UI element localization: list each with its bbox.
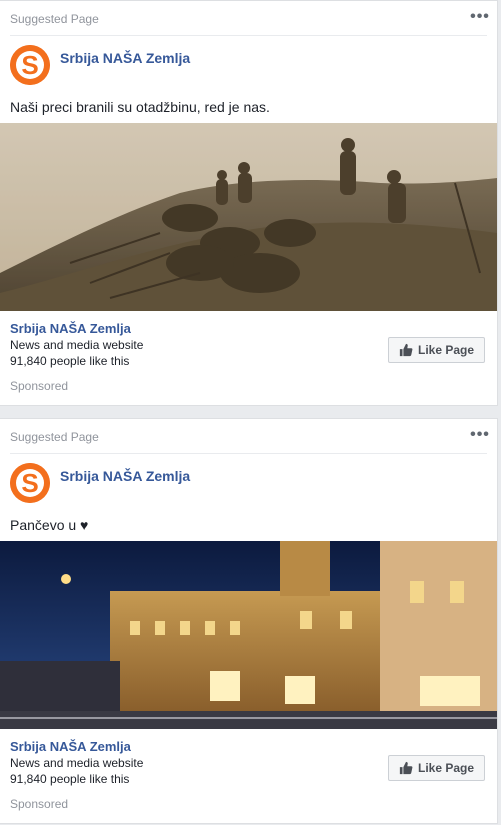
like-page-button[interactable]: Like Page — [388, 337, 485, 363]
page-category: News and media website — [10, 756, 144, 770]
post-footer: Srbija NAŠA Zemlja News and media websit… — [0, 729, 497, 825]
thumbs-up-icon — [399, 343, 413, 357]
page-info-row: S Srbija NAŠA Zemlja — [10, 45, 487, 89]
footer-page-name-link[interactable]: Srbija NAŠA Zemlja — [10, 739, 131, 754]
post-image-soldiers[interactable] — [0, 123, 497, 311]
page-info-row: S Srbija NAŠA Zemlja — [10, 463, 487, 507]
suggested-post-card: Suggested Page ••• S Srbija NAŠA Zemlja … — [0, 418, 498, 824]
post-image-street[interactable] — [0, 541, 497, 729]
card-header: Suggested Page ••• — [10, 9, 489, 36]
like-page-label: Like Page — [417, 761, 475, 775]
more-options-icon[interactable]: ••• — [469, 427, 491, 443]
thumbs-up-icon — [399, 761, 413, 775]
sponsored-label[interactable]: Sponsored — [10, 379, 68, 393]
suggested-page-label: Suggested Page — [10, 430, 99, 444]
like-page-button[interactable]: Like Page — [388, 755, 485, 781]
page-likes-count: 91,840 people like this — [10, 772, 130, 786]
post-text: Naši preci branili su otadžbinu, red je … — [10, 99, 270, 115]
page-name-link[interactable]: Srbija NAŠA Zemlja — [60, 50, 190, 66]
page-likes-count: 91,840 people like this — [10, 354, 130, 368]
svg-text:S: S — [21, 50, 38, 80]
post-footer: Srbija NAŠA Zemlja News and media websit… — [0, 311, 497, 407]
page-category: News and media website — [10, 338, 144, 352]
sponsored-label[interactable]: Sponsored — [10, 797, 68, 811]
post-text: Pančevo u ♥ — [10, 517, 89, 533]
suggested-post-card: Suggested Page ••• S Srbija NAŠA Zemlja … — [0, 0, 498, 406]
footer-page-name-link[interactable]: Srbija NAŠA Zemlja — [10, 321, 131, 336]
svg-text:S: S — [21, 468, 38, 498]
page-logo[interactable]: S — [10, 463, 50, 503]
like-page-label: Like Page — [417, 343, 475, 357]
more-options-icon[interactable]: ••• — [469, 9, 491, 25]
page-name-link[interactable]: Srbija NAŠA Zemlja — [60, 468, 190, 484]
card-header: Suggested Page ••• — [10, 427, 489, 454]
page-logo[interactable]: S — [10, 45, 50, 85]
suggested-page-label: Suggested Page — [10, 12, 99, 26]
